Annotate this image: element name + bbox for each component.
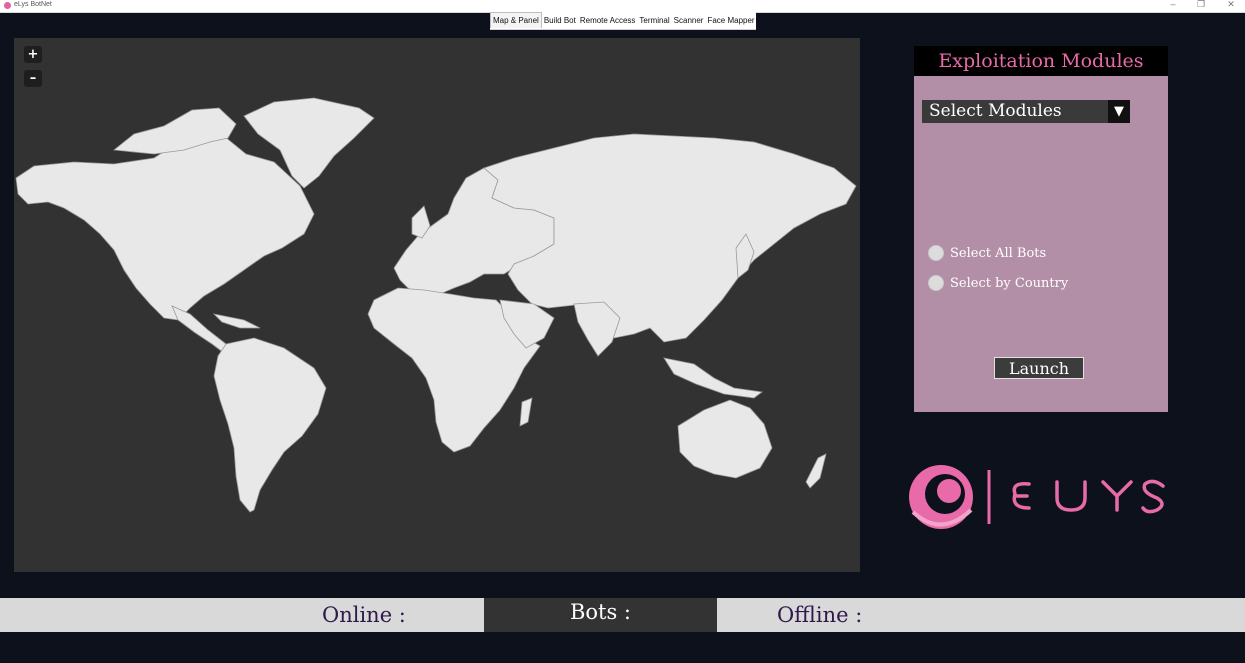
- module-select-value: Select Modules: [929, 101, 1062, 121]
- tab-build-bot[interactable]: Build Bot: [542, 12, 578, 29]
- tab-map-panel[interactable]: Map & Panel: [490, 11, 542, 28]
- select-all-bots-label: Select All Bots: [950, 245, 1047, 261]
- tab-face-mapper[interactable]: Face Mapper: [705, 12, 756, 29]
- world-map-graphic: [15, 97, 857, 513]
- online-count-label: Online :: [322, 603, 406, 627]
- offline-count-label: Offline :: [777, 603, 863, 627]
- south-america-landmass: [213, 337, 327, 513]
- select-all-bots-option[interactable]: Select All Bots: [928, 244, 1046, 262]
- bots-count-label: Bots :: [484, 598, 717, 632]
- tab-terminal[interactable]: Terminal: [637, 12, 671, 29]
- elys-logo: [905, 460, 1175, 535]
- select-by-country-label: Select by Country: [950, 275, 1069, 291]
- select-by-country-option[interactable]: Select by Country: [928, 274, 1068, 292]
- new-zealand: [805, 453, 827, 489]
- caribbean-islands: [212, 313, 261, 329]
- app-icon: [4, 2, 11, 9]
- world-map[interactable]: + –: [14, 38, 860, 572]
- elys-logo-graphic: [909, 465, 1165, 529]
- australia-landmass: [677, 399, 773, 479]
- zoom-in-button[interactable]: +: [24, 46, 42, 63]
- panel-title: Exploitation Modules: [914, 46, 1168, 76]
- zoom-out-button[interactable]: –: [24, 70, 42, 87]
- select-all-bots-radio[interactable]: [928, 245, 944, 261]
- chevron-down-icon[interactable]: ▼: [1108, 100, 1130, 123]
- status-bar: Online : Bots : Offline :: [0, 598, 1245, 632]
- maximize-button[interactable]: ❐: [1194, 0, 1208, 10]
- north-america-landmass: [15, 131, 315, 321]
- module-select[interactable]: Select Modules ▼: [922, 100, 1130, 123]
- southeast-asia-islands: [663, 357, 764, 399]
- window-title: eLys BotNet: [14, 1, 52, 8]
- close-button[interactable]: ✕: [1224, 0, 1238, 10]
- minimize-button[interactable]: –: [1166, 0, 1180, 9]
- launch-button[interactable]: Launch: [994, 357, 1084, 379]
- tab-remote-access[interactable]: Remote Access: [578, 12, 638, 29]
- tab-scanner[interactable]: Scanner: [672, 12, 706, 29]
- select-by-country-radio[interactable]: [928, 275, 944, 291]
- exploitation-panel: Exploitation Modules Select Modules ▼ Se…: [914, 46, 1168, 412]
- madagascar: [519, 397, 533, 427]
- tab-bar: Map & Panel Build Bot Remote Access Term…: [490, 11, 756, 30]
